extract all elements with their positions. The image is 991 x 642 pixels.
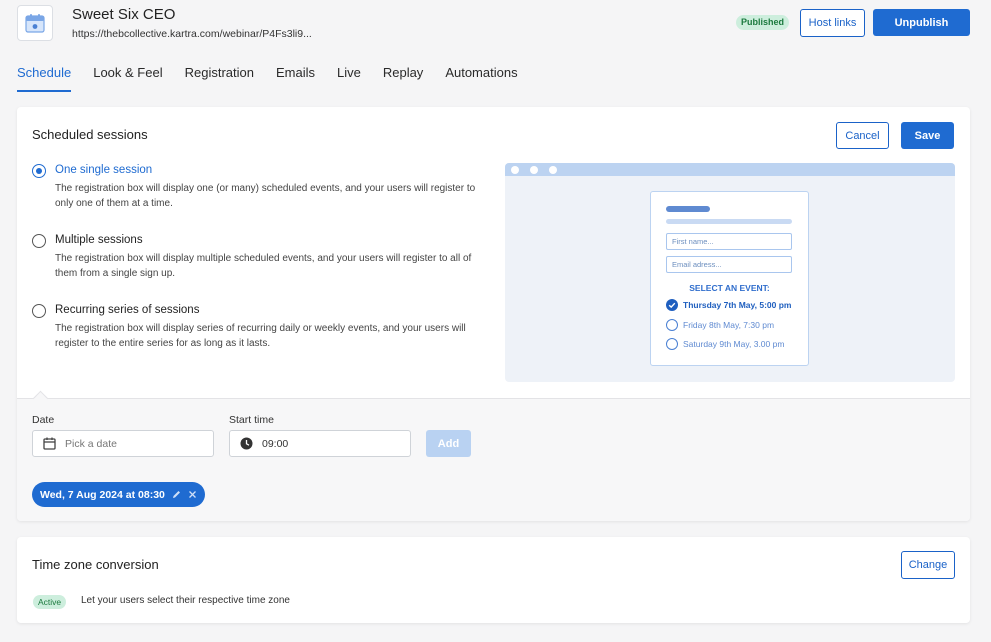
option-multiple-sessions-title[interactable]: Multiple sessions [55,234,143,246]
tab-bar: Schedule Look & Feel Registration Emails… [17,64,540,94]
active-badge: Active [33,595,67,609]
date-label: Date [32,414,55,426]
unpublish-button[interactable]: Unpublish [873,9,970,36]
close-icon[interactable] [188,490,197,499]
add-button[interactable]: Add [426,430,471,457]
mock-first-name-field: First name... [666,233,792,250]
registration-preview: First name... Email adress... SELECT AN … [505,163,955,382]
session-input-area: Date Pick a date Start time 09:00 Add We… [17,390,970,521]
browser-dot [549,166,557,174]
mock-registration-form: First name... Email adress... SELECT AN … [650,191,809,366]
timezone-card: Time zone conversion Change Active Let y… [17,537,970,623]
tab-replay[interactable]: Replay [383,64,423,92]
host-links-button[interactable]: Host links [800,9,865,37]
tab-automations[interactable]: Automations [445,64,517,92]
webinar-url[interactable]: https://thebcollective.kartra.com/webina… [72,28,312,40]
start-time-value: 09:00 [262,437,289,450]
clock-icon [240,437,253,450]
radio-recurring-series[interactable] [32,304,46,318]
mock-event-label: Friday 8th May, 7:30 pm [683,320,775,330]
start-time-input[interactable]: 09:00 [229,430,411,457]
timezone-desc: Let your users select their respective t… [81,595,290,606]
mock-event-label: Saturday 9th May, 3.00 pm [683,339,785,349]
session-chip-label: Wed, 7 Aug 2024 at 08:30 [40,488,165,501]
mock-subheading-bar [666,219,792,224]
start-time-label: Start time [229,414,274,426]
mock-event-option: Friday 8th May, 7:30 pm [666,319,774,331]
change-button[interactable]: Change [901,551,955,579]
circle-icon [666,319,678,331]
option-multiple-sessions-desc: The registration box will display multip… [55,253,472,279]
radio-single-session[interactable] [32,164,46,178]
calendar-icon [43,437,56,450]
mock-select-event-label: SELECT AN EVENT: [689,283,770,293]
circle-icon [666,338,678,350]
browser-dot [511,166,519,174]
tab-schedule[interactable]: Schedule [17,64,72,92]
page-header: Sweet Six CEO https://thebcollective.kar… [0,0,991,50]
mock-event-selected: Thursday 7th May, 5:00 pm [666,299,791,311]
session-chip[interactable]: Wed, 7 Aug 2024 at 08:30 [32,482,205,507]
save-button[interactable]: Save [901,122,954,149]
pencil-icon[interactable] [172,490,181,499]
timezone-title: Time zone conversion [32,557,159,572]
scheduled-sessions-card: Scheduled sessions Cancel Save One singl… [17,107,970,521]
browser-bar [505,163,955,176]
date-placeholder: Pick a date [65,437,117,450]
check-circle-icon [666,299,678,311]
tab-look-and-feel[interactable]: Look & Feel [93,64,162,92]
browser-dot [530,166,538,174]
radio-multiple-sessions[interactable] [32,234,46,248]
calendar-icon [17,5,53,41]
webinar-title: Sweet Six CEO [72,6,176,23]
date-input[interactable]: Pick a date [32,430,214,457]
tab-emails[interactable]: Emails [276,64,315,92]
option-recurring-series-desc: The registration box will display series… [55,323,466,349]
published-badge: Published [736,15,790,30]
scheduled-sessions-title: Scheduled sessions [32,127,148,142]
mock-event-option: Saturday 9th May, 3.00 pm [666,338,784,350]
cancel-button[interactable]: Cancel [836,122,889,149]
tab-live[interactable]: Live [337,64,361,92]
option-single-session-desc: The registration box will display one (o… [55,183,476,209]
option-single-session-title[interactable]: One single session [55,164,152,176]
option-recurring-series-title[interactable]: Recurring series of sessions [55,304,199,316]
pointer-notch [32,390,49,407]
mock-email-field: Email adress... [666,256,792,273]
tab-registration[interactable]: Registration [185,64,254,92]
mock-event-label: Thursday 7th May, 5:00 pm [683,300,792,310]
mock-heading-bar [666,206,710,212]
